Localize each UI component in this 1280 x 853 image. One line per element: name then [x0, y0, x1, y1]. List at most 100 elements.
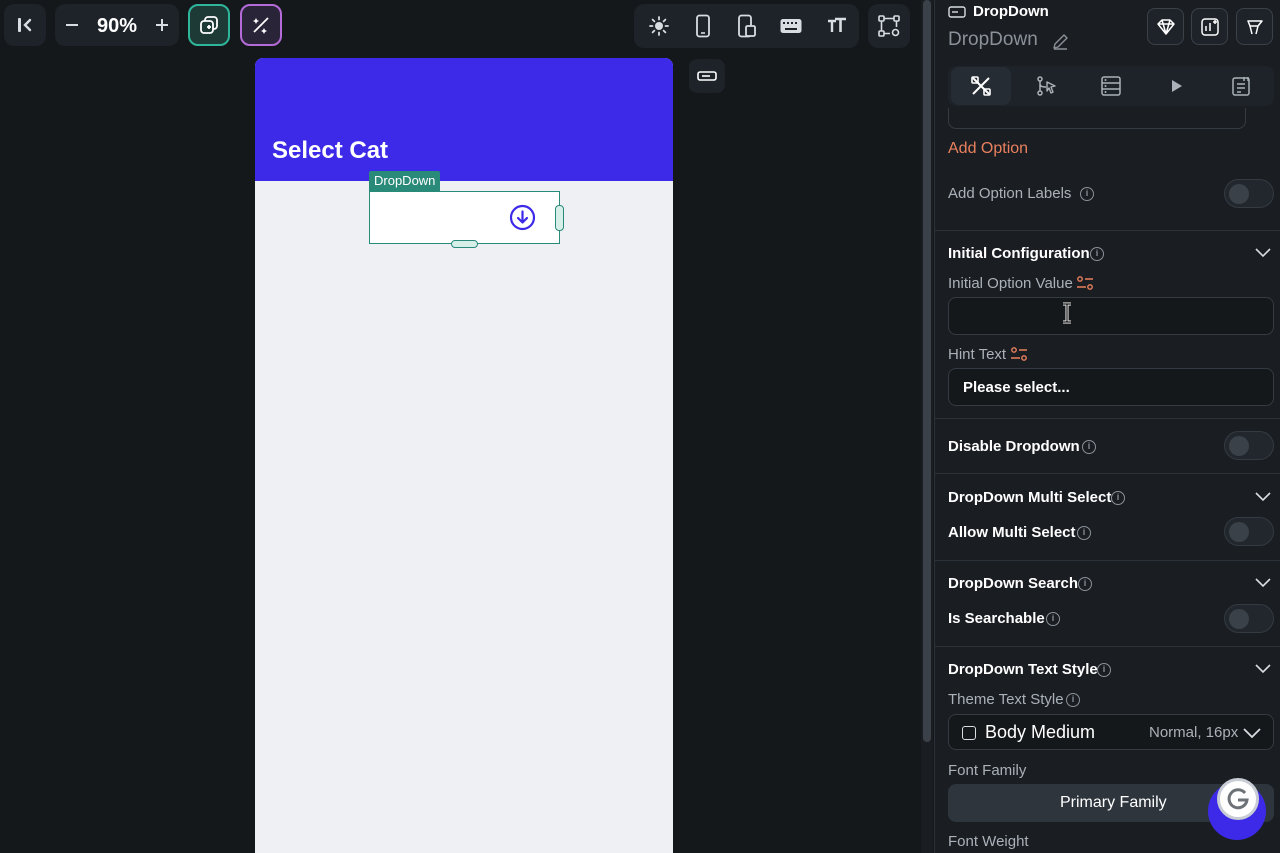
section-divider — [934, 418, 1280, 419]
action-flow-icon — [1037, 76, 1056, 96]
phone-preview-button[interactable] — [688, 10, 718, 42]
initial-option-value-input[interactable] — [948, 297, 1274, 335]
minus-icon — [66, 24, 78, 26]
text-style-header[interactable]: DropDown Text Style — [948, 661, 1098, 678]
database-icon — [1101, 76, 1121, 96]
info-icon[interactable]: i — [1097, 663, 1111, 677]
premium-button[interactable] — [1147, 8, 1184, 45]
notes-icon — [1232, 77, 1250, 96]
tab-animations[interactable] — [1146, 67, 1206, 105]
multi-select-header[interactable]: DropDown Multi Select — [948, 489, 1111, 506]
canvas-scrollbar-thumb[interactable] — [923, 0, 931, 742]
theme-style-detail: Normal, 16px — [1149, 724, 1239, 741]
widget-wrap-icon — [1246, 19, 1263, 34]
hint-text-input[interactable]: Please select... — [948, 368, 1274, 406]
device-toolbar — [634, 4, 859, 48]
info-icon[interactable]: i — [1080, 187, 1094, 201]
zoom-out-button[interactable] — [59, 8, 85, 42]
is-searchable-toggle[interactable] — [1224, 604, 1274, 633]
text-scale-button[interactable] — [822, 10, 852, 42]
text-size-icon — [828, 17, 846, 32]
zoom-level: 90% — [97, 15, 138, 37]
transform-settings-icon — [878, 15, 900, 37]
font-family-value: Primary Family — [1060, 794, 1167, 811]
section-divider — [934, 560, 1280, 561]
theme-toggle-button[interactable] — [644, 10, 674, 42]
disable-dropdown-label: Disable Dropdown — [948, 438, 1080, 455]
app-bar-title: Select Cat — [272, 137, 389, 164]
add-widget-button[interactable] — [188, 4, 230, 46]
dropdown-widget[interactable] — [369, 191, 560, 244]
edit-pencil-icon[interactable] — [1051, 32, 1070, 51]
info-icon[interactable]: i — [1078, 577, 1092, 591]
variable-binding-icon[interactable] — [1076, 275, 1094, 291]
hint-text-value: Please select... — [963, 379, 1070, 396]
tab-properties[interactable] — [951, 67, 1011, 105]
play-icon — [1172, 80, 1182, 92]
keyboard-button[interactable] — [776, 10, 806, 42]
options-field-bottom[interactable] — [948, 108, 1246, 129]
chevron-down-icon — [1243, 728, 1261, 739]
ai-gen-button[interactable] — [240, 4, 282, 46]
device-layout-icon — [738, 14, 756, 38]
disable-dropdown-toggle[interactable] — [1224, 431, 1274, 460]
tablet-preview-button[interactable] — [732, 10, 762, 42]
input-field-icon — [697, 71, 717, 81]
app-bar[interactable]: Select Cat — [255, 58, 673, 181]
keyboard-icon — [780, 19, 802, 33]
add-option-link[interactable]: Add Option — [948, 140, 1028, 158]
phone-canvas: Select Cat — [255, 58, 673, 853]
wrap-widget-button[interactable] — [1236, 8, 1273, 45]
selected-widget-tag: DropDown — [369, 171, 441, 191]
search-header[interactable]: DropDown Search — [948, 575, 1078, 592]
checkbox[interactable] — [962, 726, 976, 740]
resize-handle-bottom[interactable] — [451, 240, 478, 248]
add-component-button[interactable] — [1191, 8, 1228, 45]
chat-widget-button[interactable] — [1208, 778, 1266, 840]
copy-plus-icon — [200, 16, 218, 34]
allow-multi-select-label: Allow Multi Select — [948, 524, 1076, 541]
chevron-down-icon[interactable] — [1255, 662, 1271, 674]
widget-name[interactable]: DropDown — [948, 29, 1038, 51]
initial-configuration-header[interactable]: Initial Configuration — [948, 245, 1090, 262]
section-divider — [934, 473, 1280, 474]
add-option-labels-toggle[interactable] — [1224, 179, 1274, 208]
zoom-control: 90% — [55, 4, 179, 46]
tab-backend-query[interactable] — [1081, 67, 1141, 105]
section-divider — [934, 646, 1280, 647]
theme-text-style-label: Theme Text Style — [948, 691, 1064, 708]
diamond-icon — [1156, 18, 1175, 35]
collapse-sidebar-button[interactable] — [4, 4, 46, 46]
font-weight-label: Font Weight — [948, 833, 1029, 850]
resize-handle-right[interactable] — [555, 205, 564, 231]
info-icon[interactable]: i — [1082, 440, 1096, 454]
properties-tools-icon — [971, 76, 991, 96]
variable-binding-icon[interactable] — [1010, 346, 1028, 362]
theme-style-value: Body Medium — [985, 722, 1096, 742]
chevron-down-icon[interactable] — [1255, 490, 1271, 502]
info-icon[interactable]: i — [1046, 612, 1060, 626]
text-cursor-icon — [1063, 302, 1071, 324]
widget-tree-toggle[interactable] — [689, 59, 725, 93]
tab-actions[interactable] — [1016, 67, 1076, 105]
chevron-down-icon[interactable] — [1255, 576, 1271, 588]
is-searchable-label: Is Searchable — [948, 610, 1045, 627]
widget-type-icon — [948, 6, 966, 18]
add-option-labels-label: Add Option Labels — [948, 185, 1072, 202]
theme-text-style-select[interactable]: Body Medium Normal, 16px — [948, 714, 1274, 750]
canvas-settings-button[interactable] — [868, 4, 910, 48]
allow-multi-select-toggle[interactable] — [1224, 517, 1274, 546]
info-icon[interactable]: i — [1077, 526, 1091, 540]
zoom-in-button[interactable] — [149, 8, 175, 42]
info-icon[interactable]: i — [1066, 693, 1080, 707]
font-family-label: Font Family — [948, 762, 1027, 779]
section-divider — [934, 230, 1280, 231]
chat-avatar — [1217, 778, 1259, 820]
phone-icon — [696, 14, 710, 38]
info-icon[interactable]: i — [1111, 491, 1125, 505]
widget-type-label: DropDown — [973, 3, 1049, 20]
chevron-down-icon[interactable] — [1255, 246, 1271, 258]
hint-text-label: Hint Text — [948, 346, 1007, 363]
info-icon[interactable]: i — [1090, 247, 1104, 261]
tab-documentation[interactable] — [1211, 67, 1271, 105]
